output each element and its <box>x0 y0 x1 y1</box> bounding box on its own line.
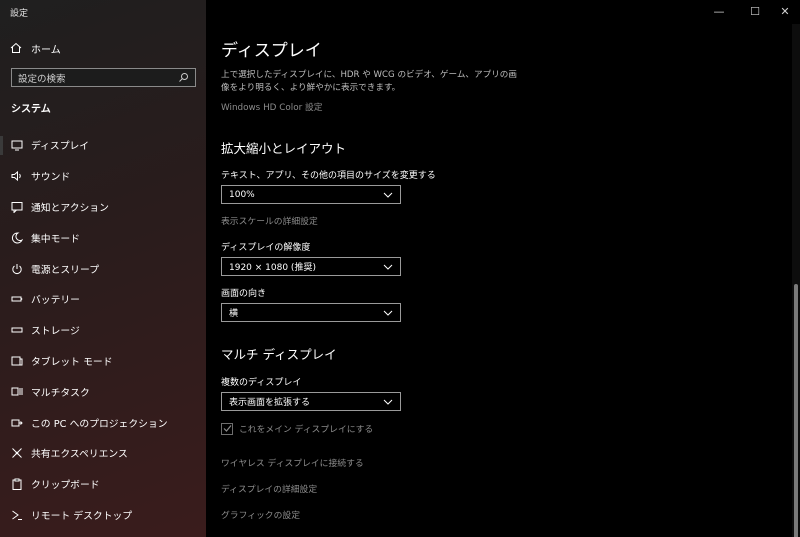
monitor-icon <box>10 138 24 152</box>
remote-icon <box>10 508 24 522</box>
battery-icon <box>10 292 24 306</box>
orientation-dropdown[interactable]: 横 <box>221 303 401 322</box>
sidebar-item-remote[interactable]: リモート デスクトップ <box>0 500 206 531</box>
resolution-value: 1920 × 1080 (推奨) <box>229 263 316 273</box>
sidebar-item-label: 電源とスリープ <box>31 264 99 276</box>
moon-icon <box>10 231 24 245</box>
sidebar-item-clipboard[interactable]: クリップボード <box>0 469 206 500</box>
multi-display-dropdown[interactable]: 表示画面を拡張する <box>221 392 401 411</box>
sidebar-item-label: クリップボード <box>31 480 100 492</box>
main-display-label: これをメイン ディスプレイにする <box>239 425 374 435</box>
search-icon[interactable] <box>178 72 189 83</box>
sidebar-item-power[interactable]: 電源とスリープ <box>0 253 206 284</box>
sidebar-item-label: リモート デスクトップ <box>31 510 133 522</box>
sidebar-item-shared[interactable]: 共有エクスペリエンス <box>0 438 206 469</box>
page-title: ディスプレイ <box>221 41 322 61</box>
chevron-down-icon <box>383 397 393 407</box>
sidebar-item-label: マルチタスク <box>31 387 90 399</box>
home-icon <box>10 42 24 54</box>
sidebar: 設定 ホーム 設定の検索 システム ディスプレイ サウンド 通知とアクション 集… <box>0 0 206 537</box>
chevron-down-icon <box>383 190 393 200</box>
speaker-icon <box>10 169 24 183</box>
scale-dropdown[interactable]: 100% <box>221 185 401 204</box>
scale-value: 100% <box>229 189 255 200</box>
graphics-settings-link[interactable]: グラフィックの設定 <box>221 508 300 521</box>
multi-display-label: 複数のディスプレイ <box>221 378 302 388</box>
sidebar-item-sound[interactable]: サウンド <box>0 161 206 192</box>
main-content: ディスプレイ 上で選択したディスプレイに、HDR や WCG のビデオ、ゲーム、… <box>206 0 800 537</box>
sidebar-item-label: 通知とアクション <box>31 202 109 214</box>
multi-display-section-title: マルチ ディスプレイ <box>221 347 337 362</box>
sidebar-nav: ディスプレイ サウンド 通知とアクション 集中モード 電源とスリープ バッテリー… <box>0 130 206 530</box>
sidebar-item-label: ディスプレイ <box>31 141 90 153</box>
multitask-icon <box>10 385 24 399</box>
sidebar-item-label: バッテリー <box>31 295 80 307</box>
projection-icon <box>10 416 24 430</box>
share-icon <box>10 446 24 460</box>
search-input[interactable]: 設定の検索 <box>11 68 196 87</box>
tablet-icon <box>10 354 24 368</box>
window-title: 設定 <box>10 9 29 19</box>
scale-advanced-link[interactable]: 表示スケールの詳細設定 <box>221 214 318 227</box>
home-label: ホーム <box>31 44 61 56</box>
sidebar-item-label: サウンド <box>31 172 71 184</box>
sidebar-item-label: ストレージ <box>31 326 80 338</box>
search-placeholder: 設定の検索 <box>18 73 66 85</box>
home-link[interactable]: ホーム <box>10 40 61 56</box>
hd-color-link[interactable]: Windows HD Color 設定 <box>221 100 323 113</box>
wireless-display-link[interactable]: ワイヤレス ディスプレイに接続する <box>221 456 364 469</box>
multi-display-value: 表示画面を拡張する <box>229 398 311 408</box>
scrollbar-thumb[interactable] <box>794 284 798 537</box>
sidebar-item-battery[interactable]: バッテリー <box>0 284 206 315</box>
sidebar-item-projection[interactable]: この PC へのプロジェクション <box>0 407 206 438</box>
sidebar-item-display[interactable]: ディスプレイ <box>0 130 206 161</box>
power-icon <box>10 262 24 276</box>
section-title: システム <box>11 104 51 115</box>
clipboard-icon <box>10 477 24 491</box>
sidebar-item-label: 集中モード <box>31 233 80 245</box>
check-icon <box>221 422 233 435</box>
sidebar-item-label: タブレット モード <box>31 356 113 368</box>
orientation-value: 横 <box>229 309 239 319</box>
sidebar-item-focus[interactable]: 集中モード <box>0 222 206 253</box>
sidebar-item-label: 共有エクスペリエンス <box>31 449 128 461</box>
scrollbar[interactable] <box>792 24 800 537</box>
sidebar-item-label: この PC へのプロジェクション <box>31 418 168 430</box>
resolution-dropdown[interactable]: 1920 × 1080 (推奨) <box>221 257 401 276</box>
resolution-label: ディスプレイの解像度 <box>221 243 311 253</box>
chevron-down-icon <box>383 262 393 272</box>
sidebar-item-tablet[interactable]: タブレット モード <box>0 346 206 377</box>
storage-icon <box>10 323 24 337</box>
sidebar-item-notifications[interactable]: 通知とアクション <box>0 192 206 223</box>
orientation-label: 画面の向き <box>221 289 267 299</box>
advanced-display-link[interactable]: ディスプレイの詳細設定 <box>221 482 317 495</box>
sidebar-item-multitask[interactable]: マルチタスク <box>0 376 206 407</box>
scale-section-title: 拡大縮小とレイアウト <box>221 141 347 156</box>
sidebar-item-storage[interactable]: ストレージ <box>0 315 206 346</box>
chevron-down-icon <box>383 308 393 318</box>
main-display-checkbox[interactable]: これをメイン ディスプレイにする <box>221 422 373 435</box>
hdr-description: 上で選択したディスプレイに、HDR や WCG のビデオ、ゲーム、アプリの画像を… <box>221 70 517 93</box>
scale-label: テキスト、アプリ、その他の項目のサイズを変更する <box>221 171 436 181</box>
notification-icon <box>10 200 24 214</box>
